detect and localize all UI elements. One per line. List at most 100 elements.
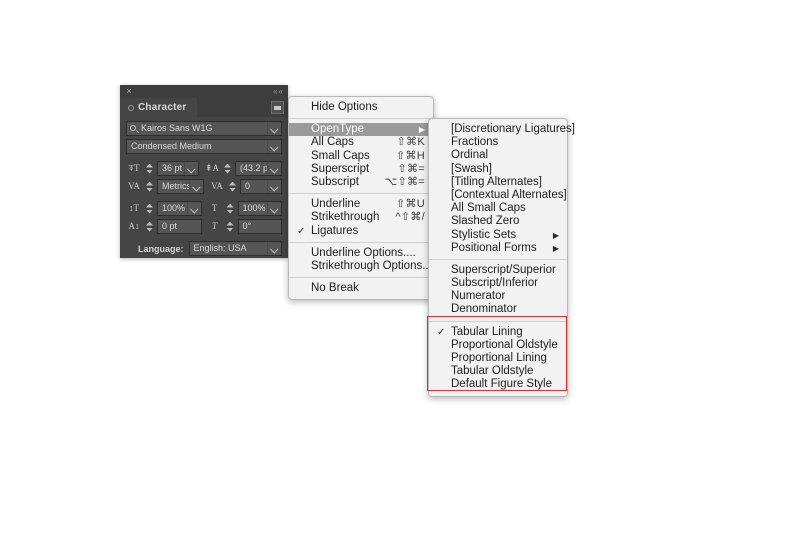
menu-separator — [289, 118, 433, 120]
menu-main-item[interactable]: Subscript ⌥⇧⌘= — [289, 176, 433, 189]
baseline-shift-field: A↕ 0 pt — [126, 219, 202, 234]
menu-item-label: Subscript — [311, 175, 359, 188]
skew-input[interactable]: 0° — [237, 219, 282, 234]
menu-main-item[interactable]: All Caps ⇧⌘K — [289, 136, 433, 149]
tracking-value: 0 — [245, 181, 251, 191]
horizontal-scale-value: 100% — [242, 203, 266, 213]
tab-character[interactable]: Character — [120, 98, 197, 117]
font-size-input[interactable]: 36 pt — [157, 161, 199, 176]
chevron-down-icon[interactable] — [267, 140, 281, 153]
menu-opentype-item[interactable]: Fractions — [429, 136, 567, 149]
scale-row: ↕T 100% T 100% — [126, 201, 282, 216]
leading-stepper[interactable] — [223, 162, 232, 176]
menu-item-shortcut: ⇧⌘H — [395, 149, 425, 162]
font-size-stepper[interactable] — [145, 162, 154, 176]
horizontal-scale-input[interactable]: 100% — [237, 201, 282, 216]
search-icon — [127, 122, 141, 135]
menu-opentype-item[interactable]: Stylistic Sets ▶ — [429, 229, 567, 242]
vertical-scale-stepper[interactable] — [145, 202, 154, 216]
leading-input[interactable]: (43.2 pt) — [235, 161, 282, 176]
menu-opentype-item[interactable]: ✓ Tabular Lining — [429, 326, 567, 339]
menu-opentype-item[interactable]: [Discretionary Ligatures] — [429, 123, 575, 136]
size-leading-row: ⍕T 36 pt ⇞A (43.2 pt) — [126, 161, 282, 176]
menu-item-label: [Discretionary Ligatures] — [451, 123, 575, 135]
menu-main-item[interactable]: OpenType ▶ — [289, 123, 433, 137]
menu-opentype-item[interactable]: Denominator — [429, 303, 567, 316]
menu-item-label: Superscript/Superior — [451, 263, 556, 276]
menu-main-item[interactable]: Underline ⇧⌘U — [289, 198, 433, 211]
menu-main-item[interactable]: ✓ Ligatures — [289, 225, 433, 238]
menu-opentype-item[interactable]: Tabular Oldstyle — [429, 365, 567, 378]
menu-item-label: [Swash] — [451, 162, 492, 175]
baseline-skew-row: A↕ 0 pt T 0° — [126, 219, 282, 234]
collapse-panel-icon[interactable]: «« — [273, 88, 283, 96]
menu-opentype-item[interactable]: Proportional Oldstyle — [429, 339, 567, 352]
baseline-shift-icon: A↕ — [128, 221, 140, 231]
menu-separator — [289, 193, 433, 195]
menu-main-item[interactable]: Underline Options.... — [289, 247, 433, 260]
menu-opentype-item[interactable]: [Contextual Alternates] — [429, 189, 567, 202]
language-select[interactable]: English: USA — [188, 241, 282, 256]
menu-item-label: Proportional Lining — [451, 352, 547, 364]
chevron-down-icon[interactable] — [186, 202, 201, 215]
close-icon[interactable]: × — [125, 87, 133, 96]
chevron-down-icon[interactable] — [267, 122, 281, 135]
language-row: Language: English: USA — [126, 241, 282, 256]
menu-item-label: Underline Options.... — [311, 246, 416, 259]
panel-menu-icon[interactable] — [271, 101, 284, 114]
font-family-select[interactable]: Kairos Sans W1G — [126, 121, 282, 136]
menu-opentype-item[interactable]: Slashed Zero — [429, 215, 567, 228]
menu-main-item[interactable]: Strikethrough Options... — [289, 260, 433, 273]
menu-item-label: Subscript/Inferior — [451, 277, 538, 290]
language-label: Language: — [138, 243, 184, 254]
menu-opentype-item[interactable]: Numerator — [429, 290, 567, 303]
tracking-field: VA 0 — [209, 179, 282, 194]
menu-main-item[interactable]: No Break — [289, 282, 433, 295]
menu-item-shortcut: ⇧⌘= — [397, 162, 425, 175]
menu-item-label: Slashed Zero — [451, 215, 520, 228]
menu-opentype-item[interactable]: Ordinal — [429, 149, 567, 162]
menu-main-item[interactable]: Small Caps ⇧⌘H — [289, 150, 433, 163]
menu-opentype-item[interactable]: Positional Forms ▶ — [429, 242, 567, 255]
menu-opentype-item[interactable]: Subscript/Inferior — [429, 277, 567, 290]
chevron-down-icon[interactable] — [184, 162, 198, 175]
menu-item-label: All Small Caps — [451, 202, 526, 215]
menu-opentype-item[interactable]: [Titling Alternates] — [429, 176, 567, 189]
menu-item-label: Proportional Oldstyle — [451, 338, 558, 351]
menu-opentype-item[interactable]: All Small Caps — [429, 202, 567, 215]
menu-main-item[interactable]: Strikethrough ^⇧⌘/ — [289, 211, 433, 224]
tracking-stepper[interactable] — [228, 180, 237, 194]
chevron-down-icon[interactable] — [267, 202, 281, 215]
kerning-input[interactable]: Metrics — [157, 179, 204, 194]
horizontal-scale-stepper[interactable] — [226, 202, 235, 216]
skew-stepper[interactable] — [226, 220, 235, 234]
chevron-down-icon[interactable] — [267, 162, 281, 175]
menu-opentype-item[interactable]: Superscript/Superior — [429, 264, 567, 277]
chevron-down-icon[interactable] — [189, 180, 203, 193]
baseline-shift-stepper[interactable] — [145, 220, 154, 234]
font-style-select[interactable]: Condensed Medium — [126, 139, 282, 154]
chevron-down-icon[interactable] — [267, 242, 281, 255]
character-panel-body: Kairos Sans W1G Condensed Medium ⍕T 36 p… — [120, 117, 288, 256]
kerning-icon: VA — [128, 181, 140, 191]
menu-opentype-item[interactable]: Default Figure Style — [429, 378, 567, 391]
panel-titlebar: × «« — [120, 85, 288, 98]
menu-opentype-item[interactable]: [Swash] — [429, 163, 567, 176]
menu-separator — [289, 241, 433, 243]
kerning-stepper[interactable] — [145, 180, 154, 194]
chevron-down-icon[interactable] — [267, 180, 281, 193]
menu-item-label: Stylistic Sets — [451, 228, 517, 241]
vertical-scale-field: ↕T 100% — [126, 201, 202, 216]
menu-opentype-item[interactable]: Proportional Lining — [429, 352, 567, 365]
vertical-scale-value: 100% — [162, 203, 186, 213]
tracking-input[interactable]: 0 — [240, 179, 282, 194]
menu-main-item[interactable]: Hide Options — [289, 101, 433, 114]
baseline-shift-input[interactable]: 0 pt — [157, 219, 202, 234]
leading-value: (43.2 pt) — [240, 163, 267, 173]
font-size-field: ⍕T 36 pt — [126, 161, 199, 176]
menu-item-label: No Break — [311, 282, 359, 295]
vertical-scale-input[interactable]: 100% — [157, 201, 202, 216]
panel-tab-row: Character — [120, 98, 288, 117]
menu-main-item[interactable]: Superscript ⇧⌘= — [289, 163, 433, 176]
menu-item-label: Positional Forms — [451, 241, 537, 254]
